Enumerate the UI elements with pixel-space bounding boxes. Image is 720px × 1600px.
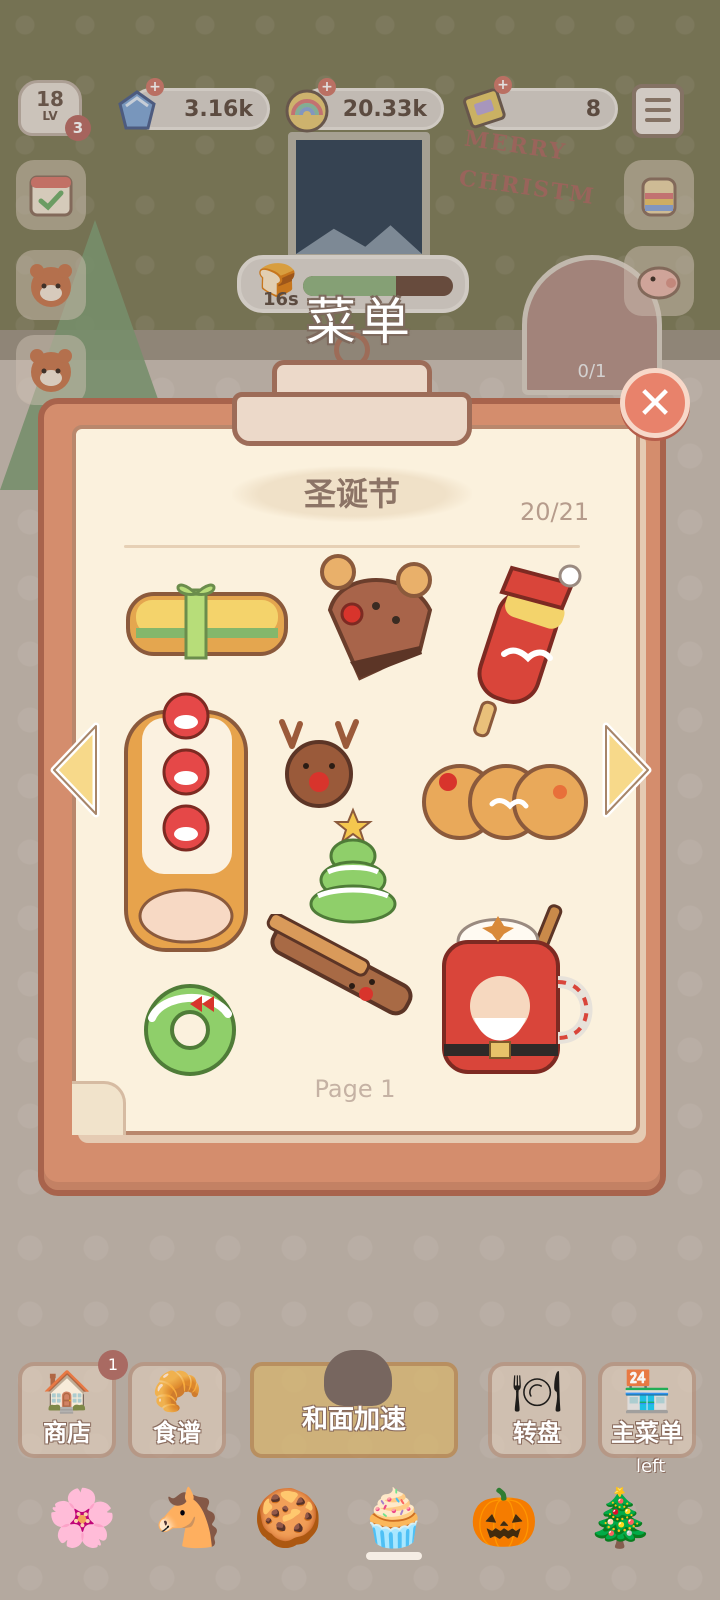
- shop-badge: 1: [98, 1350, 128, 1380]
- shop-label: 商店: [43, 1419, 91, 1447]
- reindeer-churro-item[interactable]: [254, 912, 414, 1028]
- shop-button[interactable]: 🏠 商店: [18, 1362, 116, 1458]
- gingerbread-tab[interactable]: 🍪: [240, 1470, 336, 1566]
- prev-page-arrow[interactable]: [46, 718, 104, 822]
- wreath-donut-item[interactable]: [138, 978, 242, 1086]
- croissant-icon: 🥐: [152, 1369, 202, 1415]
- santa-popsicle-item[interactable]: [452, 562, 592, 746]
- main-menu-button[interactable]: 🏪 主菜单: [598, 1362, 696, 1458]
- page-curl: [72, 1081, 126, 1135]
- plate-icon: 🍽: [511, 1369, 563, 1415]
- knead-boost-button[interactable]: 和面加速: [250, 1350, 458, 1458]
- main-menu-label: 主菜单: [611, 1419, 683, 1447]
- recipes-button[interactable]: 🥐 食谱: [128, 1362, 226, 1458]
- carousel-horse-tab[interactable]: 🐴: [140, 1470, 236, 1566]
- section-title: 圣诞节: [232, 466, 472, 522]
- matcha-tree-item[interactable]: [306, 806, 400, 930]
- ufo-cupcake-tab[interactable]: 🧁: [346, 1470, 442, 1566]
- flower-cookies-tab[interactable]: 🌸: [34, 1470, 130, 1566]
- knead-boost-label: 和面加速: [301, 1405, 406, 1435]
- page-label: Page 1: [314, 1075, 396, 1103]
- turntable-label: 转盘: [513, 1419, 561, 1447]
- modal-title: 菜单: [306, 293, 414, 351]
- reindeer-cake-slice-item[interactable]: [310, 550, 450, 694]
- gift-sandwich-item[interactable]: [122, 572, 292, 676]
- reindeer-bread-item[interactable]: [420, 752, 590, 856]
- christmas-tree-tab[interactable]: 🎄: [572, 1470, 668, 1566]
- title-divider: [124, 545, 580, 548]
- collection-count: 20/21: [520, 498, 590, 526]
- next-page-arrow[interactable]: [598, 718, 656, 822]
- storefront-icon: 🏪: [622, 1369, 672, 1415]
- close-button[interactable]: ✕: [620, 368, 690, 438]
- strawberry-roll-cake-item[interactable]: [120, 688, 254, 962]
- pumpkin-tab[interactable]: 🎃: [456, 1470, 552, 1566]
- santa-mug-item[interactable]: [438, 898, 598, 1084]
- reindeer-cookie-item[interactable]: [276, 716, 362, 818]
- recipes-label: 食谱: [153, 1419, 201, 1447]
- clipboard-clip: [232, 332, 472, 446]
- shop-icon: 🏠: [42, 1369, 92, 1415]
- turntable-button[interactable]: 🍽 转盘: [488, 1362, 586, 1458]
- bear-icon: [324, 1350, 392, 1406]
